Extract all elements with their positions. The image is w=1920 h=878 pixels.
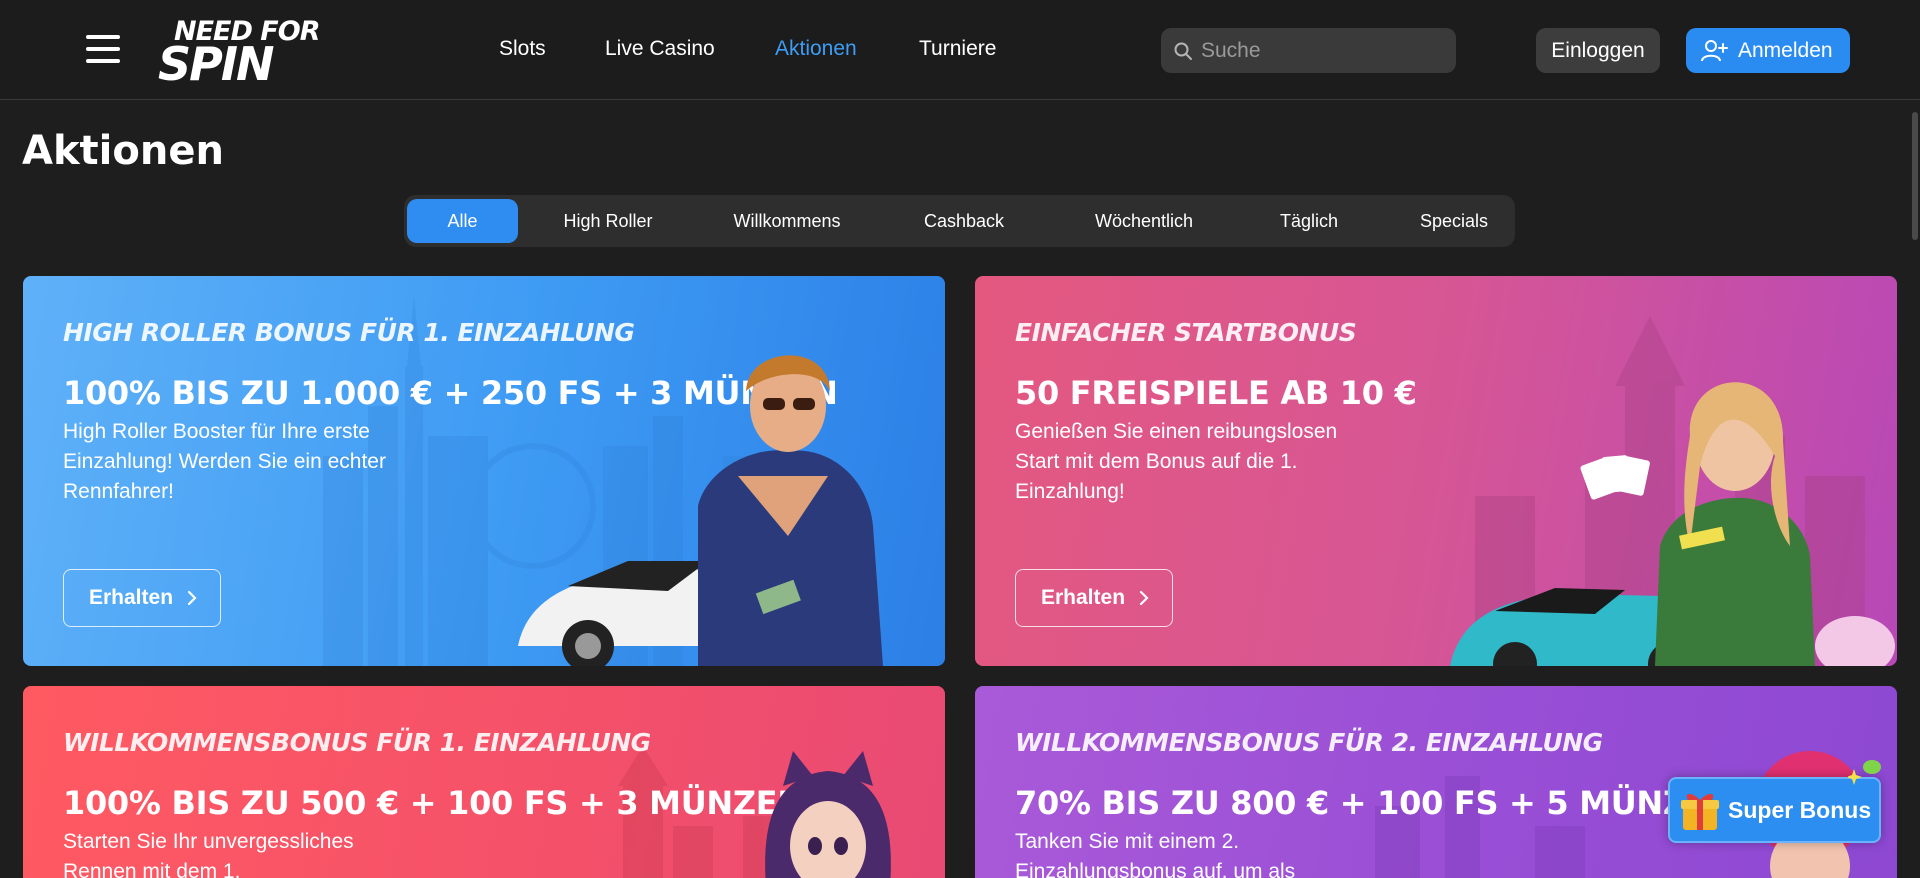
promo-card-startbonus[interactable]: EINFACHER STARTBONUS 50 FREISPIELE AB 10… xyxy=(975,276,1897,666)
page-scrollbar[interactable] xyxy=(1912,112,1918,240)
anime-girl-illustration xyxy=(765,751,891,878)
get-bonus-button[interactable]: Erhalten xyxy=(1015,569,1173,627)
card-headline: 50 FREISPIELE AB 10 € xyxy=(1015,374,1417,412)
card-description: Tanken Sie mit einem 2. Einzahlungsbonus… xyxy=(1015,830,1296,878)
chevron-right-icon xyxy=(1139,590,1149,606)
nav-slots[interactable]: Slots xyxy=(499,37,546,61)
chevron-right-icon xyxy=(187,590,197,606)
login-button[interactable]: Einloggen xyxy=(1536,28,1660,73)
tab-alle[interactable]: Alle xyxy=(407,199,518,243)
race-car-girl-illustration xyxy=(1450,382,1895,666)
promo-card-high-roller[interactable]: HIGH ROLLER BONUS FÜR 1. EINZAHLUNG 100%… xyxy=(23,276,945,666)
cta-label: Erhalten xyxy=(1041,586,1126,609)
card-headline: 70% BIS ZU 800 € + 100 FS + 5 MÜNZEN xyxy=(1015,784,1734,822)
card-description: Genießen Sie einen reibungslosen Start m… xyxy=(1015,420,1338,503)
nav-live-casino[interactable]: Live Casino xyxy=(605,37,715,61)
card-eyebrow: WILLKOMMENSBONUS FÜR 2. EINZAHLUNG xyxy=(1015,728,1603,757)
register-button[interactable]: Anmelden xyxy=(1686,28,1850,73)
card-eyebrow: EINFACHER STARTBONUS xyxy=(1015,318,1357,347)
hamburger-icon[interactable] xyxy=(86,35,120,63)
card-headline: 100% BIS ZU 500 € + 100 FS + 3 MÜNZEN xyxy=(63,784,804,822)
coins-sparkle-icon xyxy=(1848,760,1881,785)
tab-high-roller[interactable]: High Roller xyxy=(534,199,682,243)
tab-taeglich[interactable]: Täglich xyxy=(1244,199,1374,243)
super-bonus-label: Super Bonus xyxy=(1728,796,1872,823)
card-description: Starten Sie Ihr unvergessliches Rennen m… xyxy=(63,830,354,878)
tab-woechentlich[interactable]: Wöchentlich xyxy=(1064,199,1224,243)
site-logo[interactable]: NEED FOR SPIN xyxy=(158,18,333,89)
get-bonus-button[interactable]: Erhalten xyxy=(63,569,221,627)
page-title: Aktionen xyxy=(22,128,224,174)
cta-label: Erhalten xyxy=(89,586,174,609)
logo-line-2: SPIN xyxy=(158,37,274,91)
tab-cashback[interactable]: Cashback xyxy=(894,199,1034,243)
gift-icon xyxy=(1681,793,1719,830)
search-icon xyxy=(1174,42,1192,60)
nav-turniere[interactable]: Turniere xyxy=(919,37,996,61)
tab-specials[interactable]: Specials xyxy=(1389,199,1519,243)
race-car-driver-illustration xyxy=(518,355,883,666)
search-box xyxy=(1161,28,1456,73)
card-eyebrow: WILLKOMMENSBONUS FÜR 1. EINZAHLUNG xyxy=(63,728,651,757)
card-description: High Roller Booster für Ihre erste Einza… xyxy=(63,420,386,503)
nav-aktionen[interactable]: Aktionen xyxy=(775,37,857,61)
promo-card-welcome-1[interactable]: WILLKOMMENSBONUS FÜR 1. EINZAHLUNG 100% … xyxy=(23,686,945,878)
site-header: NEED FOR SPIN Slots Live Casino Aktionen… xyxy=(0,0,1920,100)
promo-filter-tabs: Alle High Roller Willkommens Cashback Wö… xyxy=(404,195,1515,247)
user-plus-icon xyxy=(1701,39,1728,61)
register-label: Anmelden xyxy=(1738,38,1833,62)
search-input[interactable] xyxy=(1201,28,1446,73)
tab-willkommens[interactable]: Willkommens xyxy=(704,199,870,243)
